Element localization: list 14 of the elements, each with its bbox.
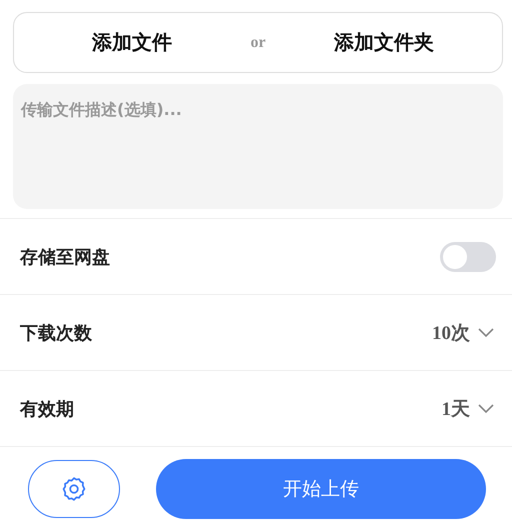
add-files-button[interactable]: 添加文件 [14,13,250,72]
add-folder-button[interactable]: 添加文件夹 [266,13,502,72]
start-upload-button[interactable]: 开始上传 [156,458,486,518]
chevron-down-icon [478,328,494,338]
chevron-down-icon [478,404,494,414]
or-separator: or [250,34,266,52]
select-dropdown[interactable]: 10次 [432,320,494,346]
setting-label: 有效期 [20,398,74,420]
description-field[interactable]: 传输文件描述(选填)... [13,84,503,209]
settings-icon [61,476,87,502]
toggle-switch[interactable] [440,242,496,272]
setting-label: 存储至网盘 [20,246,110,268]
setting-label: 下载次数 [20,322,92,344]
select-dropdown[interactable]: 1天 [442,396,494,422]
